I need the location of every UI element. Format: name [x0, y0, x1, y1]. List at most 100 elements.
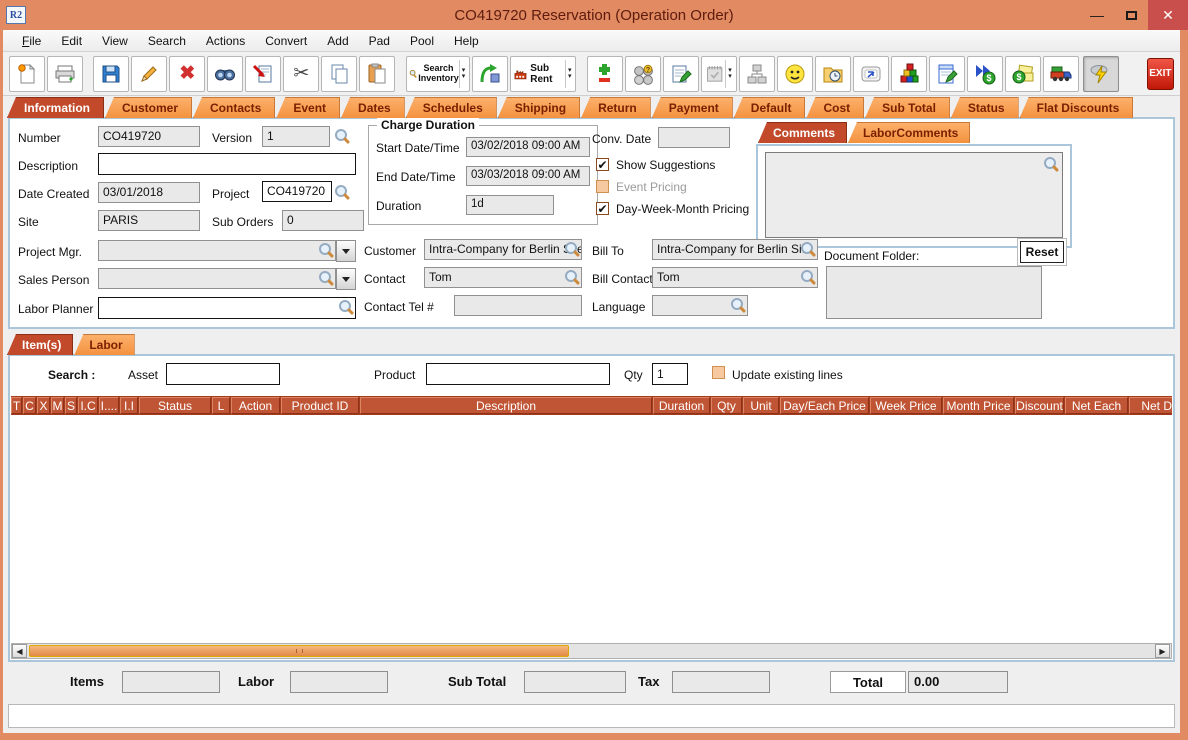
product-input[interactable] — [426, 363, 610, 385]
project-mgr-dropdown[interactable] — [336, 240, 356, 262]
column-header-description[interactable]: Description — [360, 397, 652, 414]
sub-rent-button[interactable]: Sub Rent ▾ ▾ — [510, 55, 577, 92]
menu-actions[interactable]: Actions — [197, 32, 254, 50]
menu-pool[interactable]: Pool — [401, 32, 443, 50]
sales-person-dropdown[interactable] — [336, 268, 356, 290]
tab-status[interactable]: Status — [950, 97, 1019, 118]
asset-input[interactable] — [166, 363, 280, 385]
tab-items[interactable]: Item(s) — [7, 334, 74, 355]
column-header-duration[interactable]: Duration — [653, 397, 710, 414]
column-header-m[interactable]: M — [51, 397, 64, 414]
tab-sub-total[interactable]: Sub Total — [865, 97, 950, 118]
contact-search-icon[interactable] — [564, 269, 580, 285]
add-remove-lines-button[interactable] — [586, 55, 623, 92]
column-header-action[interactable]: Action — [231, 397, 280, 414]
day-week-month-pricing-checkbox[interactable]: ✔ — [596, 202, 609, 215]
language-search-icon[interactable] — [730, 297, 746, 313]
paste-button[interactable] — [359, 55, 396, 92]
column-header-c[interactable]: C — [23, 397, 36, 414]
find-button[interactable] — [207, 55, 244, 92]
tab-labor[interactable]: Labor — [74, 334, 135, 355]
column-header-unit[interactable]: Unit — [743, 397, 779, 414]
scrollbar-thumb[interactable] — [29, 645, 569, 657]
tab-event[interactable]: Event — [276, 97, 341, 118]
menu-pad[interactable]: Pad — [360, 32, 399, 50]
save-button[interactable] — [93, 55, 130, 92]
sub-rent-dropdown[interactable]: ▾ ▾ — [564, 59, 574, 88]
column-header-day-each-price[interactable]: Day/Each Price — [780, 397, 869, 414]
sales-person-search-icon[interactable] — [318, 270, 334, 286]
exit-button[interactable]: EXIT — [1146, 57, 1174, 90]
column-header-week-price[interactable]: Week Price — [870, 397, 942, 414]
new-order-button[interactable] — [9, 55, 45, 92]
column-header-i-c[interactable]: I.C — [78, 397, 98, 414]
tab-flat-discounts[interactable]: Flat Discounts — [1019, 97, 1134, 118]
inventory-cubes-button[interactable] — [890, 55, 927, 92]
customer-search-icon[interactable] — [564, 241, 580, 257]
history-folder-button[interactable] — [814, 55, 851, 92]
contact-tel-field[interactable] — [454, 295, 582, 316]
items-table-body[interactable] — [11, 415, 1172, 642]
scroll-left-button[interactable]: ◀ — [12, 644, 27, 658]
reset-button[interactable]: Reset — [1020, 241, 1064, 263]
bill-contact-search-icon[interactable] — [800, 269, 816, 285]
column-header-qty[interactable]: Qty — [711, 397, 742, 414]
sales-person-field[interactable] — [98, 268, 336, 289]
document-folder-box[interactable] — [826, 266, 1042, 319]
menu-file[interactable]: File — [13, 32, 50, 50]
tab-default[interactable]: Default — [733, 97, 806, 118]
tab-schedules[interactable]: Schedules — [405, 97, 497, 118]
tab-comments[interactable]: Comments — [758, 122, 848, 143]
column-header-month-price[interactable]: Month Price — [943, 397, 1014, 414]
column-header-net-disc[interactable]: Net Disc — [1129, 397, 1172, 414]
tab-labor-comments[interactable]: LaborComments — [848, 122, 971, 143]
labor-planner-search-icon[interactable] — [338, 299, 354, 315]
bill-to-field[interactable]: Intra-Company for Berlin Site — [652, 239, 818, 260]
crew-button[interactable] — [776, 55, 813, 92]
edit-button[interactable] — [131, 55, 168, 92]
tab-cost[interactable]: Cost — [806, 97, 865, 118]
menu-add[interactable]: Add — [318, 32, 357, 50]
invoice-button[interactable]: $ — [1004, 55, 1041, 92]
project-search-icon[interactable] — [334, 184, 350, 200]
export-document-button[interactable] — [245, 55, 282, 92]
project-mgr-field[interactable] — [98, 240, 336, 261]
menu-view[interactable]: View — [93, 32, 137, 50]
column-header-net-each[interactable]: Net Each — [1065, 397, 1128, 414]
schedule-button[interactable]: ▾ ▾ — [700, 55, 737, 92]
column-header-t[interactable]: T — [11, 397, 22, 414]
payment-transfer-button[interactable]: $ — [966, 55, 1003, 92]
tab-customer[interactable]: Customer — [105, 97, 193, 118]
search-inventory-dropdown[interactable]: ▾ ▾ — [458, 59, 468, 88]
column-header-s[interactable]: S — [65, 397, 77, 414]
minimize-button[interactable]: — — [1080, 0, 1114, 30]
description-input[interactable] — [98, 153, 356, 175]
menu-convert[interactable]: Convert — [256, 32, 316, 50]
labor-planner-field[interactable] — [98, 297, 356, 319]
comments-textarea[interactable] — [765, 152, 1063, 238]
tab-information[interactable]: Information — [7, 97, 104, 118]
tab-dates[interactable]: Dates — [341, 97, 405, 118]
convert-product-button[interactable] — [472, 55, 509, 92]
column-header-i[interactable]: I.... — [99, 397, 119, 414]
print-button[interactable] — [47, 55, 83, 92]
horizontal-scrollbar[interactable]: ◀ ▶ — [11, 643, 1172, 659]
tab-contacts[interactable]: Contacts — [193, 97, 276, 118]
maximize-button[interactable] — [1114, 0, 1148, 30]
language-field[interactable] — [652, 295, 748, 316]
column-header-status[interactable]: Status — [139, 397, 211, 414]
comments-search-icon[interactable] — [1043, 156, 1059, 172]
hierarchy-button[interactable] — [738, 55, 775, 92]
column-header-x[interactable]: X — [37, 397, 50, 414]
delivery-button[interactable] — [1042, 55, 1079, 92]
shortcut-key-button[interactable] — [852, 55, 889, 92]
column-header-product-id[interactable]: Product ID — [281, 397, 359, 414]
tab-return[interactable]: Return — [581, 97, 651, 118]
notes-button[interactable] — [662, 55, 699, 92]
bill-contact-field[interactable]: Tom — [652, 267, 818, 288]
menu-edit[interactable]: Edit — [52, 32, 91, 50]
edit-document-button[interactable] — [928, 55, 965, 92]
column-header-l[interactable]: L — [212, 397, 230, 414]
update-existing-lines-checkbox[interactable] — [712, 366, 725, 379]
show-suggestions-checkbox[interactable]: ✔ — [596, 158, 609, 171]
